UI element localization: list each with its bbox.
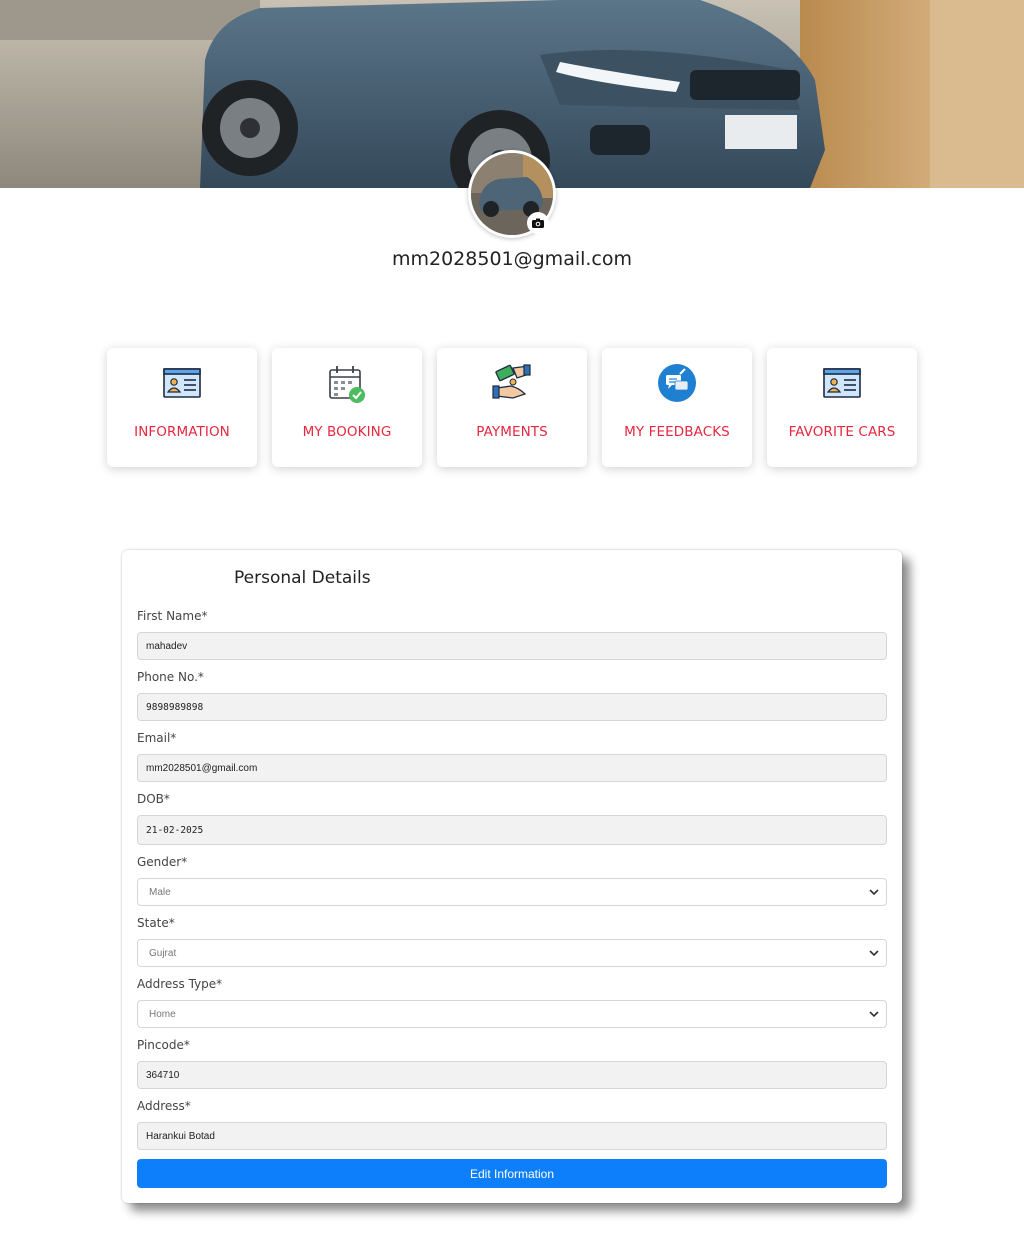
field-label: Pincode* [137,1038,190,1052]
menu-card-payments[interactable]: PAYMENTS [437,348,587,467]
first-name-field: First Name* mahadev [137,609,887,660]
field-label: Phone No.* [137,670,204,684]
change-photo-button[interactable] [527,212,549,234]
menu-card-my-booking[interactable]: MY BOOKING [272,348,422,467]
state-field: State* Gujrat [137,916,887,967]
address-field: Address* Harankui Botad [137,1099,887,1150]
edit-information-button[interactable]: Edit Information [137,1159,887,1188]
email-input[interactable]: mm2028501@gmail.com [137,754,887,782]
gender-field: Gender* Male [137,855,887,906]
gender-select-value: Male [149,886,171,898]
menu-card-label: MY FEEDBACKS [624,424,730,440]
profile-email: mm2028501@gmail.com [391,248,633,270]
menu-card-label: MY BOOKING [302,424,392,440]
pincode-field: Pincode* 364710 [137,1038,887,1089]
field-label: Address Type* [137,977,223,991]
personal-details-panel: Personal Details First Name* mahadev Pho… [122,550,902,1203]
camera-icon [532,218,544,228]
state-select-value: Gujrat [149,947,177,959]
field-label: Address* [137,1099,191,1113]
field-label: Email* [137,731,177,745]
dob-input[interactable]: 21-02-2025 [137,815,887,845]
address-type-select[interactable]: Home [137,1000,887,1028]
address-type-select-value: Home [149,1008,176,1020]
menu-card-information[interactable]: INFORMATION [107,348,257,467]
pincode-input[interactable]: 364710 [137,1061,887,1089]
id-card-icon [163,368,201,398]
dob-field: DOB* 21-02-2025 [137,792,887,845]
phone-field: Phone No.* 9898989898 [137,670,887,721]
field-label: State* [137,916,175,930]
gender-select[interactable]: Male [137,878,887,906]
address-input[interactable]: Harankui Botad [137,1122,887,1150]
first-name-input[interactable]: mahadev [137,632,887,660]
field-label: DOB* [137,792,170,806]
profile-menu: INFORMATION MY BOOKING PAYMENTS MY FEEDB… [107,348,917,467]
chevron-down-icon [869,950,879,957]
money-hand-icon [492,364,531,399]
menu-card-favorite-cars[interactable]: FAVORITE CARS [767,348,917,467]
menu-card-label: PAYMENTS [476,424,548,440]
menu-card-label: FAVORITE CARS [788,424,896,440]
phone-input[interactable]: 9898989898 [137,693,887,721]
address-type-field: Address Type* Home [137,977,887,1028]
field-label: First Name* [137,609,208,623]
menu-card-my-feedbacks[interactable]: MY FEEDBACKS [602,348,752,467]
id-card-icon [823,368,861,398]
field-label: Gender* [137,855,188,869]
state-select[interactable]: Gujrat [137,939,887,967]
panel-title: Personal Details [234,568,371,588]
chevron-down-icon [869,1011,879,1018]
feedback-chat-icon [658,364,696,402]
calendar-check-icon [329,366,365,403]
menu-card-label: INFORMATION [134,424,230,440]
chevron-down-icon [869,889,879,896]
email-field: Email* mm2028501@gmail.com [137,731,887,782]
